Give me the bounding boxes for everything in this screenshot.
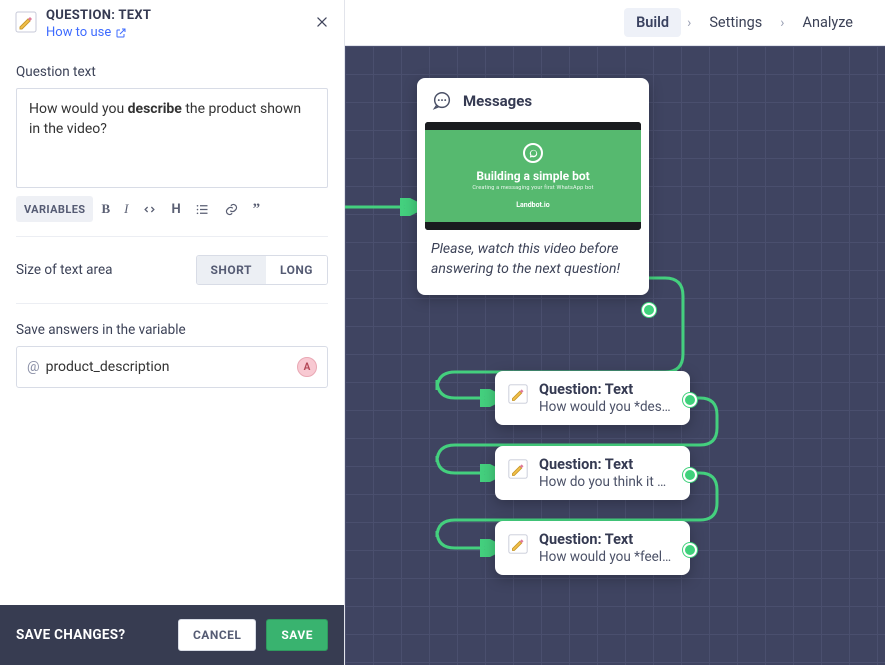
italic-button[interactable]: I	[118, 196, 134, 222]
question-text-icon	[507, 383, 529, 405]
whatsapp-icon	[523, 143, 543, 163]
question-node-1[interactable]: Question: Text How would you *des…	[495, 371, 690, 425]
messages-title: Messages	[463, 92, 532, 110]
size-label: Size of text area	[16, 262, 112, 278]
variable-type-chip: A	[297, 357, 317, 377]
external-link-icon	[115, 27, 127, 39]
question-node-3[interactable]: Question: Text How would you *feel…	[495, 521, 690, 575]
variable-at: @	[27, 359, 40, 375]
save-changes-label: SAVE CHANGES?	[16, 627, 125, 643]
link-button[interactable]	[218, 196, 245, 222]
q2-desc: How do you think it …	[539, 474, 666, 490]
variable-input[interactable]: @ product_description A	[16, 346, 328, 388]
nav-build[interactable]: Build	[624, 8, 681, 37]
question-text-icon	[507, 458, 529, 480]
size-short-option[interactable]: SHORT	[197, 256, 266, 284]
variable-name: product_description	[46, 359, 297, 375]
q3-out-port[interactable]	[683, 543, 697, 557]
q3-desc: How would you *feel…	[539, 549, 671, 565]
nav-sep-2: ›	[780, 15, 784, 31]
panel-title: QUESTION: TEXT	[46, 8, 330, 23]
nav-sep-1: ›	[687, 15, 691, 31]
cancel-button[interactable]: CANCEL	[178, 619, 256, 651]
question-text-bold: describe	[128, 101, 182, 117]
question-text-input[interactable]: How would you describe the product shown…	[16, 88, 328, 188]
list-button[interactable]	[189, 196, 216, 222]
size-row: Size of text area SHORT LONG	[16, 237, 328, 304]
save-button[interactable]: SAVE	[266, 619, 328, 651]
code-button[interactable]	[136, 196, 163, 222]
video-brand: Landbot.io	[516, 201, 550, 209]
question-text-label: Question text	[16, 64, 328, 80]
size-long-option[interactable]: LONG	[266, 256, 327, 284]
question-text-icon	[507, 533, 529, 555]
rich-text-toolbar: VARIABLES B I H ”	[16, 196, 328, 237]
how-to-use-label: How to use	[46, 25, 111, 40]
quote-button[interactable]: ”	[247, 196, 267, 222]
panel-header: QUESTION: TEXT How to use	[0, 0, 344, 46]
q2-title: Question: Text	[539, 456, 666, 473]
messages-icon	[431, 90, 453, 112]
panel-footer: SAVE CHANGES? CANCEL SAVE	[0, 605, 344, 665]
messages-node[interactable]: Messages Building a simple bot Creating …	[417, 78, 649, 295]
question-node-2[interactable]: Question: Text How do you think it …	[495, 446, 690, 500]
close-icon	[315, 15, 329, 29]
video-subtitle: Creating a messaging your first WhatsApp…	[472, 185, 593, 191]
q1-title: Question: Text	[539, 381, 671, 398]
video-thumbnail[interactable]: Building a simple bot Creating a messagi…	[425, 122, 641, 230]
nav-settings[interactable]: Settings	[697, 8, 774, 37]
question-text-pre: How would you	[29, 101, 128, 117]
q2-out-port[interactable]	[683, 468, 697, 482]
messages-out-port[interactable]	[642, 303, 656, 317]
question-text-icon	[14, 10, 38, 34]
top-nav: Build › Settings › Analyze	[345, 0, 885, 46]
video-title: Building a simple bot	[476, 169, 589, 183]
flow-canvas[interactable]: Messages Building a simple bot Creating …	[345, 46, 885, 665]
editor-panel: QUESTION: TEXT How to use Question text …	[0, 0, 345, 665]
how-to-use-link[interactable]: How to use	[46, 25, 330, 40]
save-var-label: Save answers in the variable	[16, 322, 328, 338]
heading-button[interactable]: H	[165, 196, 186, 222]
variables-button[interactable]: VARIABLES	[16, 196, 93, 222]
messages-text: Please, watch this video before answerin…	[417, 230, 649, 295]
close-panel-button[interactable]	[312, 12, 332, 32]
q1-desc: How would you *des…	[539, 399, 671, 415]
q1-out-port[interactable]	[683, 393, 697, 407]
q3-title: Question: Text	[539, 531, 671, 548]
bold-button[interactable]: B	[95, 196, 116, 222]
size-segmented: SHORT LONG	[196, 255, 328, 285]
nav-analyze[interactable]: Analyze	[790, 8, 865, 37]
